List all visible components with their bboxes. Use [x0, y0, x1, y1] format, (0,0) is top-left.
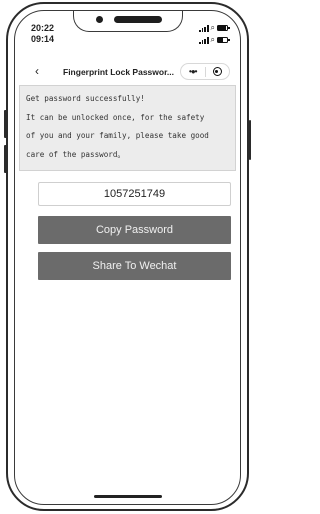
share-to-wechat-button[interactable]: Share To Wechat [38, 252, 231, 280]
battery-icon-secondary [217, 37, 230, 43]
home-indicator[interactable] [93, 495, 162, 498]
phone-screen: 20:22 09:14 ⌕ ⌕ ‹ Fingerprint Lock Passw… [14, 10, 241, 505]
battery-icon [217, 25, 230, 31]
password-display[interactable]: 1057251749 [38, 182, 231, 206]
message-line: of you and your family, please take good [26, 131, 209, 140]
status-time: 20:22 [31, 23, 55, 33]
wifi-icon: ⌕ [210, 23, 215, 32]
chevron-left-icon[interactable]: ‹ [35, 64, 39, 78]
signal-icon-secondary [199, 36, 209, 44]
message-line: Get password successfully! [26, 94, 145, 103]
message-line: It can be unlocked once, for the safety [26, 112, 205, 122]
status-icons: ⌕ [199, 23, 230, 32]
status-time-secondary: 09:14 [31, 34, 55, 44]
signal-icon [199, 24, 209, 32]
mini-program-capsule: •●• [180, 63, 230, 80]
more-dots-icon[interactable]: •●• [181, 67, 205, 76]
status-times: 20:22 09:14 [31, 23, 54, 45]
status-icons-secondary: ⌕ [199, 35, 230, 44]
target-circle-icon [212, 67, 222, 76]
copy-password-button[interactable]: Copy Password [38, 216, 231, 244]
nav-bar: ‹ Fingerprint Lock Passwor... •●• [15, 61, 240, 85]
close-target-button[interactable] [206, 67, 230, 76]
message-line: care of the password。 [26, 149, 126, 159]
speaker-grille [113, 16, 162, 23]
camera-icon [95, 16, 103, 23]
wifi-icon-secondary: ⌕ [210, 35, 215, 44]
notch [72, 11, 183, 32]
page-title: Fingerprint Lock Passwor... [63, 67, 174, 77]
success-message-box: Get password successfully! It can be unl… [19, 85, 236, 171]
